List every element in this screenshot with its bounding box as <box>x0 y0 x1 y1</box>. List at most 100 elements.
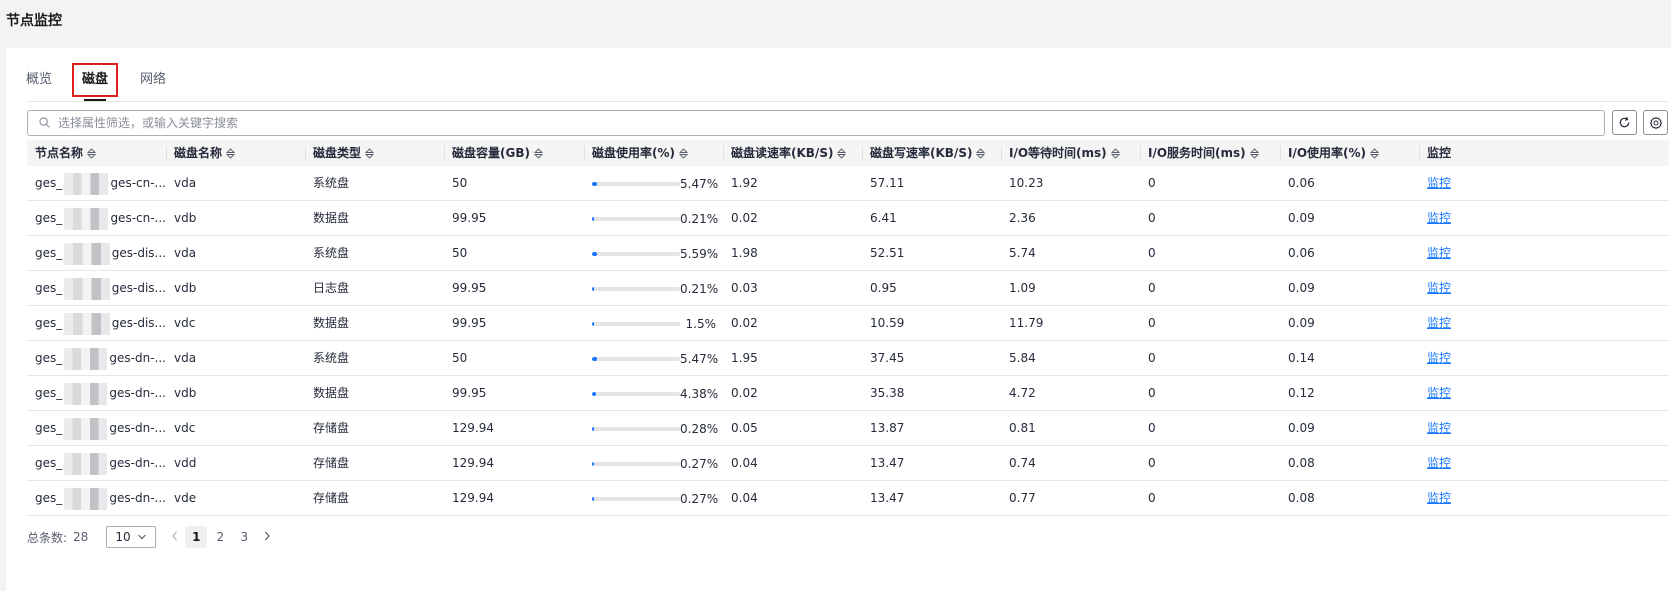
cell-monitor: 监控 <box>1419 166 1569 201</box>
cell-disk-name: vdd <box>174 456 197 470</box>
next-page-button[interactable] <box>258 530 276 544</box>
column-header-write-rate[interactable]: 磁盘写速率(KB/S) <box>862 140 1001 166</box>
page-2-button[interactable]: 2 <box>209 526 231 548</box>
sort-icon[interactable] <box>87 148 97 159</box>
monitor-link[interactable]: 监控 <box>1427 456 1451 470</box>
monitor-link[interactable]: 监控 <box>1427 491 1451 505</box>
page-1-button[interactable]: 1 <box>185 526 208 548</box>
search-bar[interactable] <box>27 110 1605 136</box>
cell-io-service: 0 <box>1148 456 1156 470</box>
column-header-label: 磁盘写速率(KB/S) <box>870 146 973 160</box>
column-separator <box>166 146 167 160</box>
tab-disk[interactable]: 磁盘 <box>72 63 118 101</box>
cell-node-name: ges_ ges-dis... <box>27 236 166 271</box>
usage-progress-bar <box>592 251 680 256</box>
cell-disk-usage: 5.47% <box>592 166 718 201</box>
cell-disk-type: 数据盘 <box>313 211 350 225</box>
column-header-io-wait[interactable]: I/O等待时间(ms) <box>1001 140 1140 166</box>
node-name-suffix: ges-dis... <box>111 246 166 260</box>
search-input[interactable] <box>58 113 1558 133</box>
redacted-mosaic <box>64 312 110 335</box>
column-separator <box>1001 146 1002 160</box>
column-header-io-service[interactable]: I/O服务时间(ms) <box>1140 140 1280 166</box>
column-header-read-rate[interactable]: 磁盘读速率(KB/S) <box>723 140 862 166</box>
sort-icon[interactable] <box>976 148 986 159</box>
node-name-prefix: ges_ <box>35 386 63 400</box>
column-header-io-usage[interactable]: I/O使用率(%) <box>1280 140 1419 166</box>
usage-percent-label: 1.5% <box>685 316 717 331</box>
cell-disk-capacity: 99.95 <box>452 386 487 400</box>
cell-write-rate: 6.41 <box>870 211 897 225</box>
node-name-prefix: ges_ <box>35 176 63 190</box>
sort-icon[interactable] <box>226 148 236 159</box>
cell-monitor: 监控 <box>1419 271 1569 306</box>
table-header: 节点名称 磁盘名称 磁盘类型 磁盘容量(GB) 磁盘使用率(%) 磁盘读速率(KB/S) 磁… <box>27 140 1669 166</box>
sort-icon[interactable] <box>837 148 847 159</box>
cell-read-rate: 0.02 <box>731 316 758 330</box>
cell-io-usage: 0.09 <box>1288 421 1315 435</box>
sort-icon[interactable] <box>679 148 688 159</box>
monitor-link[interactable]: 监控 <box>1427 176 1451 190</box>
page-size-select[interactable]: 10 <box>106 526 157 548</box>
tab-overview[interactable]: 概览 <box>26 63 52 97</box>
usage-progress-bar <box>592 356 680 361</box>
node-name-suffix: ges-cn-... <box>110 176 166 190</box>
cell-io-usage: 0.14 <box>1288 351 1315 365</box>
monitor-link[interactable]: 监控 <box>1427 386 1451 400</box>
column-header-label: I/O服务时间(ms) <box>1148 146 1246 160</box>
cell-read-rate: 0.04 <box>731 491 758 505</box>
column-header-disk-capacity[interactable]: 磁盘容量(GB) <box>444 140 584 166</box>
sort-icon[interactable] <box>1110 148 1120 159</box>
column-header-monitor: 监控 <box>1419 140 1569 166</box>
column-header-node-name[interactable]: 节点名称 <box>27 140 166 166</box>
cell-read-rate: 0.05 <box>731 421 758 435</box>
sort-icon[interactable] <box>1370 148 1380 159</box>
content-card: 概览 磁盘 网络 节点名称 磁盘名称 磁盘类型 磁盘容量(GB) 磁盘使用率(%) 磁盘读… <box>6 48 1671 591</box>
column-header-disk-name[interactable]: 磁盘名称 <box>166 140 305 166</box>
column-header-label: I/O等待时间(ms) <box>1009 146 1107 160</box>
monitor-link[interactable]: 监控 <box>1427 246 1451 260</box>
usage-progress-bar <box>592 181 680 186</box>
redacted-mosaic <box>64 242 110 265</box>
pagination: 总条数: 28 10 1 2 3 <box>27 526 276 548</box>
cell-read-rate: 0.02 <box>731 211 758 225</box>
monitor-link[interactable]: 监控 <box>1427 421 1451 435</box>
cell-write-rate: 0.95 <box>870 281 897 295</box>
monitor-link[interactable]: 监控 <box>1427 281 1451 295</box>
cell-disk-name: vdb <box>174 386 197 400</box>
node-name-prefix: ges_ <box>35 281 63 295</box>
column-header-label: I/O使用率(%) <box>1288 146 1367 160</box>
cell-io-service: 0 <box>1148 491 1156 505</box>
sort-icon[interactable] <box>533 148 543 159</box>
cell-node-name: ges_ ges-dn-... <box>27 341 166 376</box>
cell-read-rate: 1.95 <box>731 351 758 365</box>
monitor-link[interactable]: 监控 <box>1427 351 1451 365</box>
node-name-prefix: ges_ <box>35 421 63 435</box>
sort-icon[interactable] <box>1249 148 1259 159</box>
node-name-suffix: ges-dis... <box>111 316 166 330</box>
cell-io-usage: 0.08 <box>1288 491 1315 505</box>
chevron-right-icon <box>265 531 271 541</box>
node-name-suffix: ges-dn-... <box>109 386 166 400</box>
total-label: 总条数: <box>27 530 68 545</box>
cell-monitor: 监控 <box>1419 201 1569 236</box>
page-3-button[interactable]: 3 <box>233 526 255 548</box>
table-row: ges_ ges-dn-... vde 存储盘 129.94 0.04 13.47 0.77 0… <box>27 481 1669 516</box>
cell-io-usage: 0.09 <box>1288 211 1315 225</box>
sort-icon[interactable] <box>365 148 375 159</box>
column-header-disk-usage[interactable]: 磁盘使用率(%) <box>584 140 723 166</box>
cell-disk-capacity: 99.95 <box>452 316 487 330</box>
table-body: ges_ ges-cn-... vda 系统盘 50 1.92 57.11 10.23 0 0.0… <box>27 166 1669 516</box>
redacted-mosaic <box>64 277 110 300</box>
monitor-link[interactable]: 监控 <box>1427 211 1451 225</box>
column-header-disk-type[interactable]: 磁盘类型 <box>305 140 444 166</box>
usage-progress-bar <box>592 496 680 501</box>
monitor-link[interactable]: 监控 <box>1427 316 1451 330</box>
prev-page-button[interactable] <box>166 530 184 544</box>
tab-network[interactable]: 网络 <box>140 63 166 97</box>
cell-monitor: 监控 <box>1419 376 1569 411</box>
usage-progress-fill <box>592 216 594 221</box>
settings-button[interactable] <box>1643 110 1668 135</box>
refresh-button[interactable] <box>1612 110 1637 135</box>
cell-io-wait: 4.72 <box>1009 386 1036 400</box>
